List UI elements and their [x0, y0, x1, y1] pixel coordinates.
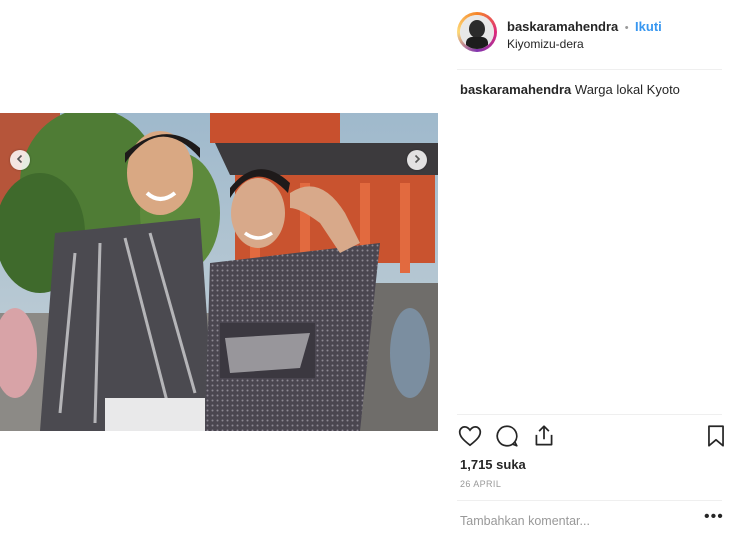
more-options-icon[interactable]: •••: [704, 508, 724, 526]
comment-divider: [457, 500, 722, 501]
bookmark-icon[interactable]: [703, 423, 729, 454]
separator-dot: •: [624, 22, 629, 34]
carousel-next-button[interactable]: [407, 150, 427, 170]
post-sidebar: baskaramahendra • Ikuti Kiyomizu-dera ba…: [447, 0, 745, 547]
avatar[interactable]: [457, 12, 497, 52]
post-photo[interactable]: [0, 113, 438, 431]
carousel-prev-button[interactable]: [10, 150, 30, 170]
post-date[interactable]: 26 APRIL: [460, 479, 501, 489]
heart-icon[interactable]: [457, 423, 483, 454]
actions-divider: [457, 414, 722, 415]
header-username[interactable]: baskaramahendra: [507, 19, 618, 34]
caption-text: Warga lokal Kyoto: [574, 82, 680, 97]
share-icon[interactable]: [531, 423, 557, 454]
caption-username[interactable]: baskaramahendra: [460, 82, 571, 97]
location-link[interactable]: Kiyomizu-dera: [507, 37, 584, 51]
chevron-left-icon: [15, 151, 25, 169]
action-bar: [457, 423, 727, 451]
comment-input[interactable]: [460, 514, 690, 528]
follow-button[interactable]: Ikuti: [635, 19, 662, 34]
photo-scene: [0, 113, 438, 431]
header-title-row: baskaramahendra • Ikuti: [507, 18, 662, 36]
avatar-image: [460, 15, 494, 49]
likes-count[interactable]: 1,715 suka: [460, 457, 526, 472]
comment-icon[interactable]: [494, 423, 520, 454]
post-header: baskaramahendra • Ikuti Kiyomizu-dera: [457, 12, 737, 54]
chevron-right-icon: [412, 151, 422, 169]
caption: baskaramahendra Warga lokal Kyoto: [460, 82, 680, 97]
header-divider: [457, 69, 722, 70]
